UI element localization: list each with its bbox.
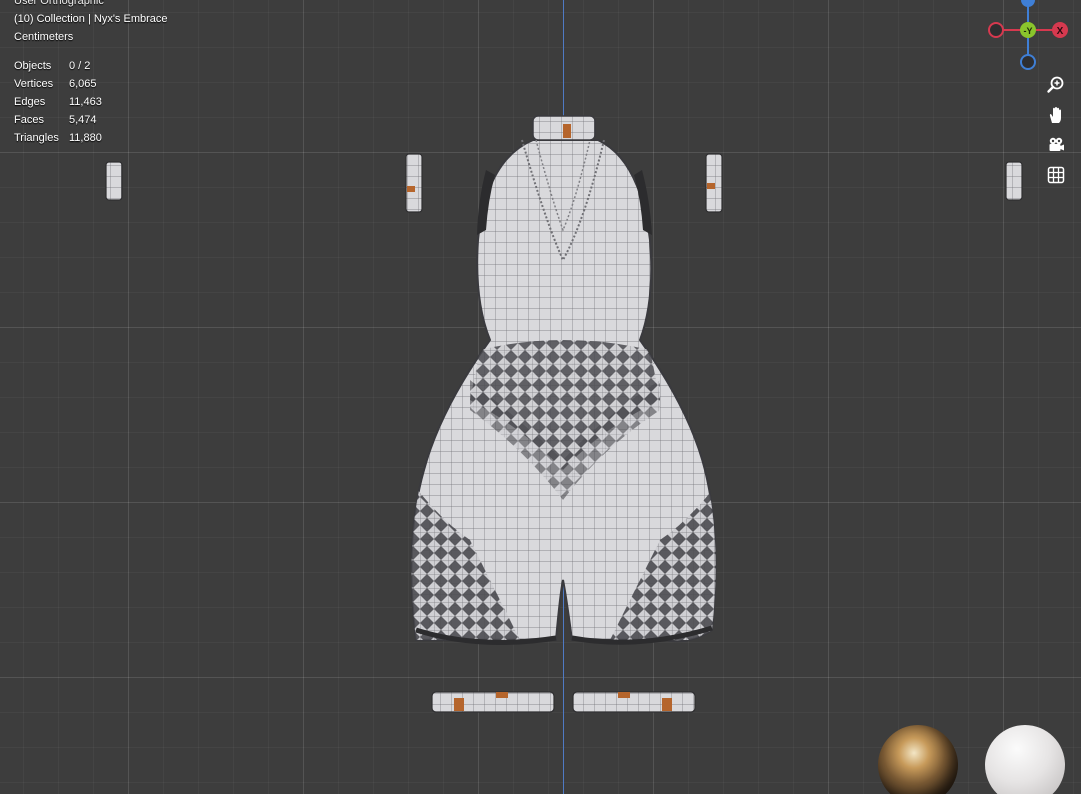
gizmo-z[interactable] bbox=[1021, 0, 1035, 7]
gizmo-y-label: -Y bbox=[1024, 26, 1033, 36]
3d-viewport[interactable]: User Orthographic (10) Collection | Nyx'… bbox=[0, 0, 1081, 794]
ortho-grid-icon bbox=[1047, 166, 1065, 184]
gizmo-neg-z[interactable] bbox=[1020, 54, 1036, 70]
gizmo-neg-x[interactable] bbox=[988, 22, 1004, 38]
navigation-gizmo[interactable]: X -Y bbox=[985, 0, 1075, 72]
bodysuit-mesh[interactable] bbox=[0, 0, 1081, 794]
zoom-icon bbox=[1047, 76, 1064, 93]
gizmo-x-label: X bbox=[1057, 26, 1064, 37]
pan-button[interactable] bbox=[1043, 102, 1069, 128]
camera-view-button[interactable] bbox=[1043, 132, 1069, 158]
hand-pan-icon bbox=[1049, 107, 1061, 123]
camera-view-icon bbox=[1049, 137, 1064, 151]
ortho-toggle-button[interactable] bbox=[1043, 162, 1069, 188]
zoom-button[interactable] bbox=[1043, 72, 1069, 98]
